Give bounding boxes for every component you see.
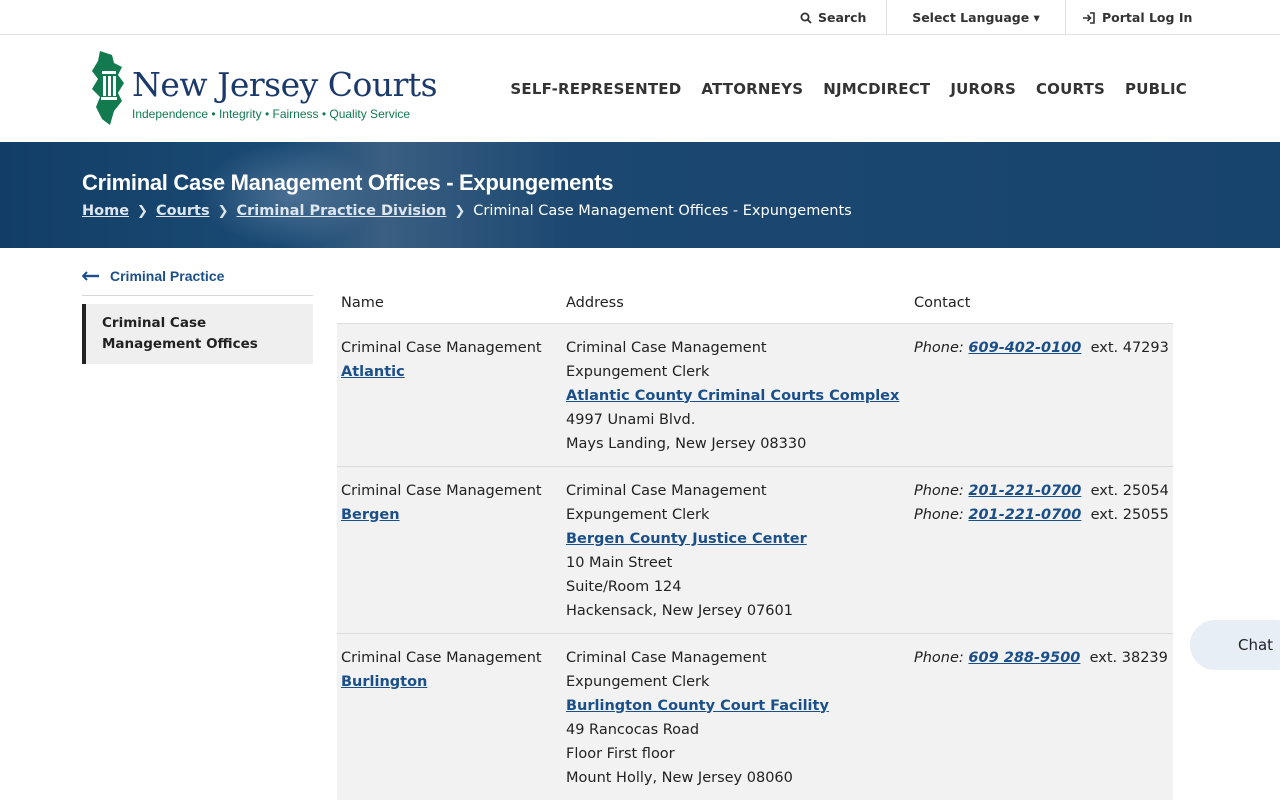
county-link-atlantic[interactable]: Atlantic	[341, 360, 558, 384]
sidebar-divider	[82, 295, 313, 296]
nav-attorneys[interactable]: ATTORNEYS	[701, 80, 803, 98]
nav-jurors[interactable]: JURORS	[950, 80, 1016, 98]
address-line: Criminal Case Management	[566, 339, 767, 356]
phone-link[interactable]: 201-221-0700	[968, 483, 1081, 499]
address-line: Floor First floor	[566, 745, 675, 762]
name-prefix: Criminal Case Management	[341, 649, 542, 666]
address-cell: Criminal Case Management Expungement Cle…	[562, 323, 910, 466]
chevron-right-icon: ❯	[217, 203, 229, 219]
logo-title: New Jersey Courts	[132, 65, 438, 104]
sidebar: Criminal Practice Criminal Case Manageme…	[82, 265, 313, 364]
back-link-criminal-practice[interactable]: Criminal Practice	[82, 265, 313, 287]
table-header-row: Name Address Contact	[337, 283, 1173, 324]
address-line: Criminal Case Management	[566, 649, 767, 666]
language-label: Select Language ▾	[912, 10, 1040, 25]
phone-extension: ext. 25054	[1090, 482, 1169, 499]
name-prefix: Criminal Case Management	[341, 482, 542, 499]
phone-line: Phone: 609 288-9500 ext. 38239	[914, 649, 1168, 666]
address-line: Mount Holly, New Jersey 08060	[566, 769, 793, 786]
phone-link[interactable]: 201-221-0700	[968, 507, 1081, 523]
nav-public[interactable]: PUBLIC	[1125, 80, 1187, 98]
breadcrumb-current: Criminal Case Management Offices - Expun…	[473, 203, 852, 219]
address-line: 49 Rancocas Road	[566, 721, 700, 738]
contact-cell: Phone: 609 288-9500 ext. 38239	[910, 633, 1173, 800]
address-line: Hackensack, New Jersey 07601	[566, 602, 793, 619]
portal-login-button[interactable]: Portal Log In	[1066, 0, 1206, 35]
logo-tagline: Independence • Integrity • Fairness • Qu…	[132, 107, 411, 121]
phone-label: Phone	[914, 482, 959, 499]
facility-link[interactable]: Atlantic County Criminal Courts Complex	[566, 384, 906, 408]
phone-link[interactable]: 609-402-0100	[968, 340, 1081, 356]
county-link-burlington[interactable]: Burlington	[341, 670, 558, 694]
phone-line: Phone: 609-402-0100 ext. 47293	[914, 339, 1169, 356]
site-header: New Jersey Courts Independence • Integri…	[0, 35, 1280, 142]
page-banner: Criminal Case Management Offices - Expun…	[0, 142, 1280, 248]
phone-label: Phone	[914, 506, 959, 523]
breadcrumb: Home ❯ Courts ❯ Criminal Practice Divisi…	[82, 203, 852, 219]
address-line: 4997 Unami Blvd.	[566, 411, 696, 428]
chevron-right-icon: ❯	[137, 203, 148, 219]
address-line: Expungement Clerk	[566, 363, 710, 380]
facility-link[interactable]: Burlington County Court Facility	[566, 694, 906, 718]
breadcrumb-criminal-practice[interactable]: Criminal Practice Division	[237, 203, 447, 219]
table-row: Criminal Case Management Bergen Criminal…	[337, 466, 1173, 633]
arrow-left-icon	[82, 271, 100, 281]
nj-state-logo-icon	[92, 51, 124, 125]
language-select[interactable]: Select Language ▾	[886, 0, 1066, 35]
back-link-label: Criminal Practice	[110, 268, 225, 284]
search-icon	[800, 12, 812, 24]
phone-line: Phone: 201-221-0700 ext. 25055	[914, 506, 1169, 523]
address-line: Expungement Clerk	[566, 506, 710, 523]
phone-extension: ext. 38239	[1089, 649, 1168, 666]
portal-label: Portal Log In	[1102, 10, 1193, 25]
breadcrumb-courts[interactable]: Courts	[156, 203, 210, 219]
name-cell: Criminal Case Management Bergen	[337, 466, 562, 633]
name-cell: Criminal Case Management Burlington	[337, 633, 562, 800]
phone-extension: ext. 25055	[1090, 506, 1169, 523]
login-icon	[1083, 11, 1095, 24]
sidebar-item-case-management-offices[interactable]: Criminal Case Management Offices	[82, 304, 313, 364]
facility-link[interactable]: Bergen County Justice Center	[566, 527, 906, 551]
search-label: Search	[818, 10, 867, 25]
county-link-bergen[interactable]: Bergen	[341, 503, 558, 527]
column-header-contact: Contact	[910, 283, 1173, 324]
phone-link[interactable]: 609 288-9500	[968, 650, 1080, 666]
nav-self-represented[interactable]: SELF-REPRESENTED	[510, 80, 681, 98]
utility-bar: Search Select Language ▾ Portal Log In	[0, 0, 1280, 35]
address-line: Mays Landing, New Jersey 08330	[566, 435, 807, 452]
address-line: Expungement Clerk	[566, 673, 710, 690]
chat-label: Chat	[1238, 636, 1274, 654]
name-prefix: Criminal Case Management	[341, 339, 542, 356]
address-line: 10 Main Street	[566, 554, 673, 571]
column-header-name: Name	[337, 283, 562, 324]
address-cell: Criminal Case Management Expungement Cle…	[562, 466, 910, 633]
nav-courts[interactable]: COURTS	[1036, 80, 1105, 98]
column-header-address: Address	[562, 283, 910, 324]
chevron-right-icon: ❯	[454, 203, 466, 219]
address-line: Criminal Case Management	[566, 482, 767, 499]
main-nav: SELF-REPRESENTED ATTORNEYS NJMCDIRECT JU…	[510, 35, 1187, 142]
phone-line: Phone: 201-221-0700 ext. 25054	[914, 482, 1169, 499]
contact-cell: Phone: 609-402-0100 ext. 47293	[910, 323, 1173, 466]
name-cell: Criminal Case Management Atlantic	[337, 323, 562, 466]
page-title: Criminal Case Management Offices - Expun…	[82, 170, 614, 195]
chat-button[interactable]: Chat	[1190, 620, 1280, 670]
table-row: Criminal Case Management Atlantic Crimin…	[337, 323, 1173, 466]
phone-label: Phone	[914, 649, 959, 666]
address-cell: Criminal Case Management Expungement Cle…	[562, 633, 910, 800]
phone-label: Phone	[914, 339, 959, 356]
search-button[interactable]: Search	[800, 0, 886, 35]
nav-njmcdirect[interactable]: NJMCDIRECT	[823, 80, 930, 98]
contact-cell: Phone: 201-221-0700 ext. 25054 Phone: 20…	[910, 466, 1173, 633]
table-row: Criminal Case Management Burlington Crim…	[337, 633, 1173, 800]
offices-table: Name Address Contact Criminal Case Manag…	[337, 283, 1173, 800]
site-logo[interactable]: New Jersey Courts Independence • Integri…	[88, 49, 438, 129]
phone-extension: ext. 47293	[1090, 339, 1169, 356]
address-line: Suite/Room 124	[566, 578, 682, 595]
breadcrumb-home[interactable]: Home	[82, 203, 129, 219]
